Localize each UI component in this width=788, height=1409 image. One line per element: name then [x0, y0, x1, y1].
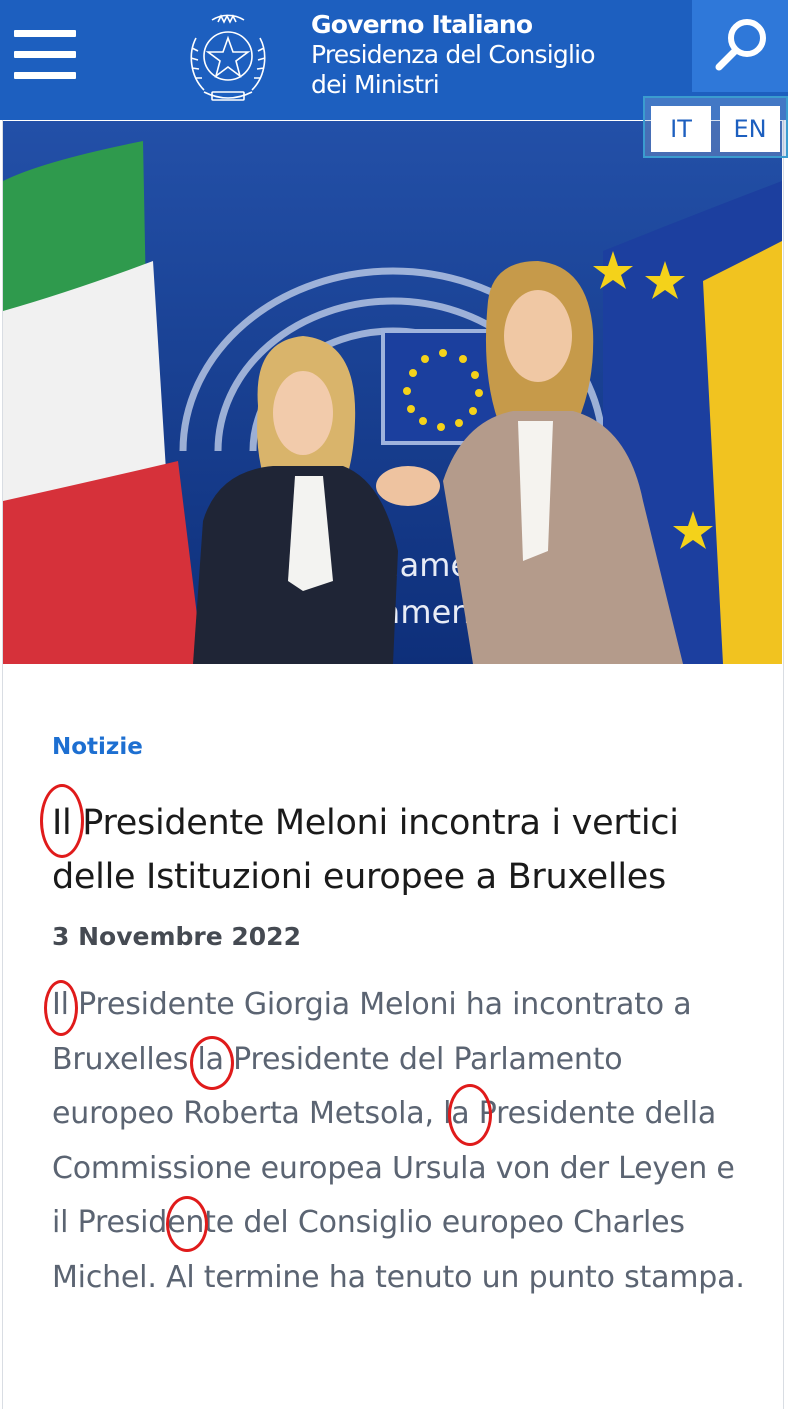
brand-title: Governo Italiano: [311, 10, 533, 39]
search-icon: [715, 19, 766, 71]
menu-bar: [14, 30, 76, 37]
hero-photo: arlame liament: [3, 121, 782, 664]
emblem-icon[interactable]: [182, 8, 274, 106]
brand-subtitle-line1: Presidenza del Consiglio: [311, 40, 596, 69]
brand-subtitle-line2: dei Ministri: [311, 70, 440, 99]
menu-bar: [14, 72, 76, 79]
search-button[interactable]: [692, 0, 788, 92]
hamburger-menu-icon[interactable]: [14, 30, 76, 80]
menu-bar: [14, 51, 76, 58]
article-date: 3 Novembre 2022: [52, 922, 301, 951]
category-link[interactable]: Notizie: [52, 734, 143, 760]
language-switcher: IT EN: [643, 96, 788, 158]
article-title: Il Presidente Meloni incontra i vertici …: [52, 803, 679, 897]
language-it-button[interactable]: IT: [651, 106, 711, 152]
hero-image: arlame liament: [3, 121, 782, 664]
article-body: Il Presidente Giorgia Meloni ha incontra…: [52, 987, 745, 1295]
language-en-button[interactable]: EN: [720, 106, 780, 152]
brand-block[interactable]: Governo Italiano Presidenza del Consigli…: [311, 10, 596, 100]
